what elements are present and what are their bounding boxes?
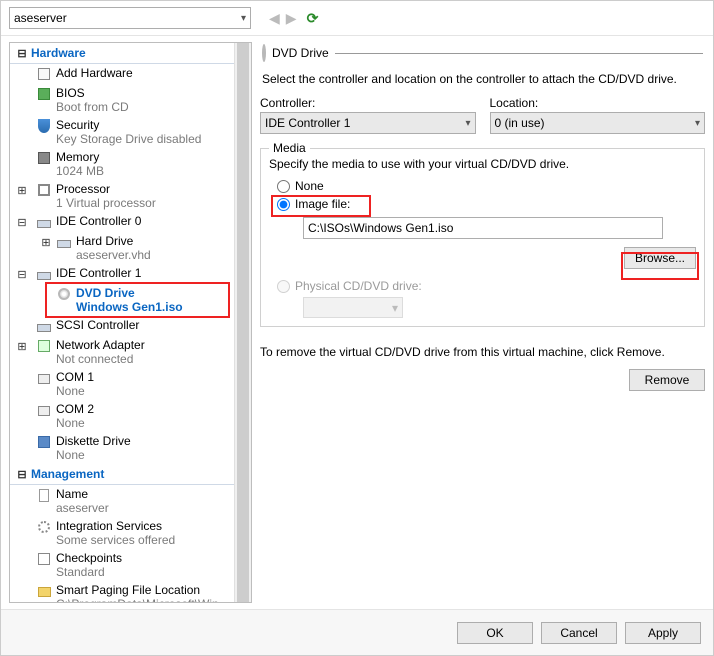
- remove-help: To remove the virtual CD/DVD drive from …: [260, 345, 665, 359]
- item-hard-drive[interactable]: · ⊞ Hard Driveaseserver.vhd: [10, 232, 251, 264]
- item-name[interactable]: · Nameaseserver: [10, 485, 251, 517]
- chevron-down-icon: ▾: [241, 13, 246, 24]
- radio-none[interactable]: None: [277, 179, 696, 193]
- item-security[interactable]: · SecurityKey Storage Drive disabled: [10, 116, 251, 148]
- name-icon: [36, 487, 52, 503]
- item-add-hardware[interactable]: · Add Hardware: [10, 64, 251, 84]
- item-dvd-drive[interactable]: · DVD DriveWindows Gen1.iso: [10, 284, 251, 316]
- sidebar-scrollbar[interactable]: [234, 43, 251, 602]
- pane-title: DVD Drive: [272, 46, 329, 60]
- physical-drive-select: ▾: [303, 297, 403, 318]
- controller-select[interactable]: IDE Controller 1 ▾: [260, 112, 476, 134]
- item-com1[interactable]: · COM 1None: [10, 368, 251, 400]
- item-com2[interactable]: · COM 2None: [10, 400, 251, 432]
- item-memory[interactable]: · Memory1024 MB: [10, 148, 251, 180]
- item-paging[interactable]: · Smart Paging File LocationC:\ProgramDa…: [10, 581, 251, 603]
- radio-image[interactable]: Image file:: [277, 197, 696, 211]
- pane-title-row: DVD Drive: [260, 42, 705, 64]
- server-select[interactable]: aseserver ▾: [9, 7, 251, 29]
- ok-button[interactable]: OK: [457, 622, 533, 644]
- media-group-title: Media: [269, 141, 310, 155]
- item-processor[interactable]: ⊞ Processor1 Virtual processor: [10, 180, 251, 212]
- memory-icon: [36, 150, 52, 166]
- controller-icon: [36, 318, 52, 334]
- network-icon: [36, 338, 52, 354]
- nav-buttons: ◀ ▶ ⟳: [267, 10, 318, 27]
- item-network[interactable]: ⊞ Network AdapterNot connected: [10, 336, 251, 368]
- item-bios[interactable]: · BIOSBoot from CD: [10, 84, 251, 116]
- top-toolbar: aseserver ▾ ◀ ▶ ⟳: [1, 1, 713, 36]
- controller-icon: [36, 266, 52, 282]
- forward-icon[interactable]: ▶: [284, 10, 299, 27]
- item-diskette[interactable]: · Diskette DriveNone: [10, 432, 251, 464]
- remove-button[interactable]: Remove: [629, 369, 705, 391]
- content-pane: DVD Drive Select the controller and loca…: [260, 42, 705, 603]
- section-management-label: Management: [31, 467, 104, 481]
- item-scsi[interactable]: · SCSI Controller: [10, 316, 251, 336]
- processor-icon: [36, 182, 52, 198]
- section-hardware-label: Hardware: [31, 46, 86, 60]
- radio-physical-input: [277, 280, 290, 293]
- expand-icon[interactable]: ⊞: [16, 340, 28, 354]
- diskette-icon: [36, 434, 52, 450]
- section-hardware[interactable]: ⊟ Hardware: [10, 43, 251, 64]
- location-label: Location:: [490, 96, 706, 110]
- settings-tree[interactable]: ⊟ Hardware · Add Hardware · BIOSBoot fro…: [9, 42, 252, 603]
- expand-icon[interactable]: ⊞: [16, 184, 28, 198]
- shield-icon: [36, 118, 52, 134]
- hdd-icon: [56, 234, 72, 250]
- com-port-icon: [36, 370, 52, 386]
- radio-image-input[interactable]: [277, 198, 290, 211]
- location-select[interactable]: 0 (in use) ▾: [490, 112, 706, 134]
- chevron-down-icon: ▾: [695, 118, 700, 129]
- section-management[interactable]: ⊟ Management: [10, 464, 251, 485]
- collapse-icon[interactable]: ⊟: [16, 216, 28, 230]
- controller-icon: [36, 214, 52, 230]
- checkpoint-icon: [36, 551, 52, 567]
- controller-label: Controller:: [260, 96, 476, 110]
- gear-icon: [36, 519, 52, 535]
- help-text: Select the controller and location on th…: [262, 72, 703, 86]
- item-checkpoints[interactable]: · CheckpointsStandard: [10, 549, 251, 581]
- apply-button[interactable]: Apply: [625, 622, 701, 644]
- bios-icon: [36, 86, 52, 102]
- back-icon[interactable]: ◀: [267, 10, 282, 27]
- add-hardware-icon: [36, 66, 52, 82]
- item-ide0[interactable]: ⊟ IDE Controller 0: [10, 212, 251, 232]
- collapse-icon[interactable]: ⊟: [16, 47, 28, 60]
- item-ide1[interactable]: ⊟ IDE Controller 1: [10, 264, 251, 284]
- chevron-down-icon: ▾: [465, 118, 470, 129]
- server-name: aseserver: [14, 11, 67, 25]
- com-port-icon: [36, 402, 52, 418]
- chevron-down-icon: ▾: [392, 301, 398, 315]
- collapse-icon[interactable]: ⊟: [16, 468, 28, 481]
- radio-none-input[interactable]: [277, 180, 290, 193]
- folder-icon: [36, 583, 52, 599]
- collapse-icon[interactable]: ⊟: [16, 268, 28, 282]
- browse-button[interactable]: Browse...: [624, 247, 696, 269]
- refresh-icon[interactable]: ⟳: [307, 10, 319, 27]
- media-group: Media Specify the media to use with your…: [260, 148, 705, 327]
- image-path-input[interactable]: [303, 217, 663, 239]
- item-integration[interactable]: · Integration ServicesSome services offe…: [10, 517, 251, 549]
- radio-physical: Physical CD/DVD drive:: [277, 279, 696, 293]
- cancel-button[interactable]: Cancel: [541, 622, 617, 644]
- dialog-footer: OK Cancel Apply: [1, 609, 713, 655]
- media-help: Specify the media to use with your virtu…: [269, 157, 696, 171]
- expand-icon[interactable]: ⊞: [40, 236, 52, 250]
- dvd-icon: [56, 286, 72, 302]
- dvd-icon: [262, 46, 266, 60]
